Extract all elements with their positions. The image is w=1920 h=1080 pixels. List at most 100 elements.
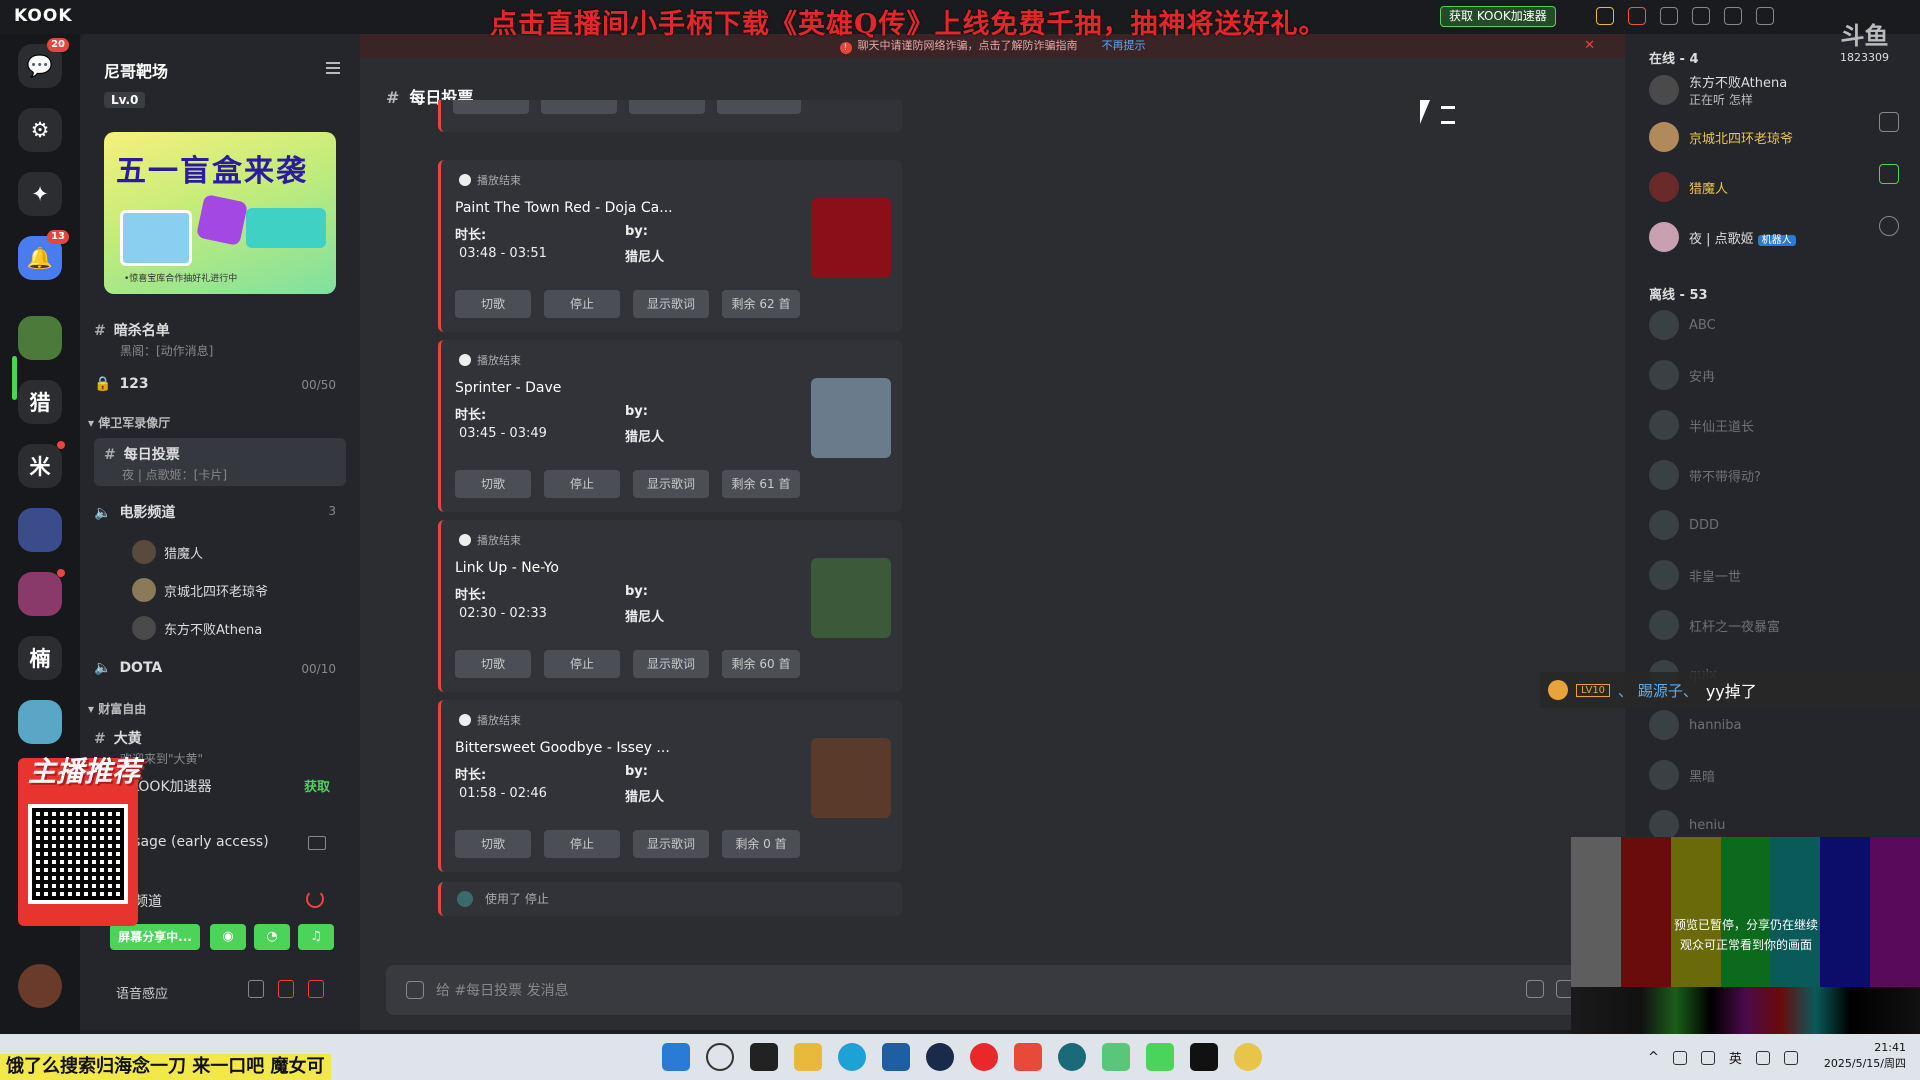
app-icon[interactable] bbox=[1234, 1043, 1262, 1071]
guild-name[interactable]: 尼哥靶场 bbox=[104, 58, 168, 82]
server-avatar-4[interactable] bbox=[18, 700, 62, 744]
search-icon[interactable] bbox=[1879, 216, 1899, 236]
album-cover[interactable] bbox=[811, 558, 891, 638]
member-offline[interactable]: ABC bbox=[1649, 310, 1716, 340]
server-nan[interactable]: 楠 bbox=[18, 636, 62, 680]
user-avatar[interactable] bbox=[18, 964, 62, 1008]
ime-indicator[interactable]: 英 bbox=[1729, 1048, 1742, 1067]
mic-icon[interactable] bbox=[1700, 1050, 1715, 1065]
member-offline[interactable]: 黑暗 bbox=[1649, 760, 1715, 790]
add-icon[interactable] bbox=[1526, 980, 1544, 998]
file-explorer-icon[interactable] bbox=[794, 1043, 822, 1071]
voice-user[interactable]: 京城北四环老琼爷 bbox=[132, 578, 268, 602]
member-offline[interactable]: hanniba bbox=[1649, 710, 1742, 740]
member-online[interactable]: 东方不败Athena 正在听 怎样 bbox=[1649, 72, 1787, 108]
store-icon[interactable] bbox=[882, 1043, 910, 1071]
disconnect-icon[interactable] bbox=[306, 890, 324, 908]
category-header[interactable]: ▾ 俾卫军录像厅 bbox=[88, 414, 170, 431]
lyrics-button[interactable]: 显示歌词 bbox=[633, 830, 709, 858]
event-banner[interactable]: 五一盲盒来袭 •惊喜宝库合作抽好礼进行中 bbox=[104, 132, 336, 294]
message-composer[interactable]: 给 #每日投票 发消息 bbox=[386, 965, 1616, 1015]
app-icon[interactable] bbox=[1058, 1043, 1086, 1071]
member-offline[interactable]: 非皇一世 bbox=[1649, 560, 1741, 590]
remaining-button[interactable]: 剩余 0 首 bbox=[722, 830, 800, 858]
gift-icon[interactable] bbox=[1596, 7, 1614, 25]
help-icon[interactable] bbox=[1756, 7, 1774, 25]
terminal-icon[interactable] bbox=[1190, 1043, 1218, 1071]
server-lie[interactable]: 猎 bbox=[18, 380, 62, 424]
search-icon[interactable] bbox=[706, 1043, 734, 1071]
sparkle-icon[interactable]: ✦ bbox=[18, 172, 62, 216]
accelerator-button[interactable]: 获取 KOOK加速器 bbox=[1440, 6, 1556, 27]
headset-muted-icon[interactable] bbox=[308, 980, 324, 998]
skip-button[interactable]: 切歌 bbox=[455, 650, 531, 678]
start-icon[interactable] bbox=[662, 1043, 690, 1071]
steam-icon[interactable] bbox=[926, 1043, 954, 1071]
channel-item[interactable]: # 暗杀名单 黑阁：[动作消息] bbox=[94, 320, 346, 359]
message-input[interactable]: 给 #每日投票 发消息 bbox=[436, 980, 569, 1000]
lyrics-button[interactable]: 显示歌词 bbox=[633, 290, 709, 318]
task-view-icon[interactable] bbox=[750, 1043, 778, 1071]
album-cover[interactable] bbox=[811, 738, 891, 818]
mic-muted-icon[interactable] bbox=[278, 980, 294, 998]
compass-icon[interactable]: ⚙ bbox=[18, 108, 62, 152]
stop-button[interactable]: 停止 bbox=[544, 470, 620, 498]
network-icon[interactable] bbox=[1755, 1050, 1770, 1065]
remaining-button[interactable]: 剩余 61 首 bbox=[722, 470, 800, 498]
menu-icon[interactable] bbox=[326, 62, 340, 74]
member-online[interactable]: 猎魔人 bbox=[1649, 172, 1728, 202]
chat-bubble-icon[interactable]: 💬 20 bbox=[18, 38, 69, 88]
calendar-icon[interactable] bbox=[1628, 7, 1646, 25]
member-offline[interactable]: 安冉 bbox=[1649, 360, 1715, 390]
voice-channel[interactable]: 🔈 DOTA 00/10 bbox=[94, 660, 346, 676]
server-avatar-2[interactable] bbox=[18, 508, 62, 552]
volume-icon[interactable] bbox=[1783, 1050, 1798, 1065]
category-header[interactable]: ▾ 财富自由 bbox=[88, 700, 146, 717]
screen-share-preview[interactable]: 预览已暂停，分享仍在继续 观众可正常看到你的画面 bbox=[1571, 837, 1920, 1035]
skip-button[interactable]: 切歌 bbox=[455, 470, 531, 498]
stop-button[interactable]: 停止 bbox=[544, 650, 620, 678]
pin-icon[interactable] bbox=[1879, 112, 1899, 132]
get-accelerator-link[interactable]: 获取 bbox=[304, 776, 330, 795]
inbox-icon[interactable] bbox=[1660, 7, 1678, 25]
timer-icon[interactable]: ◔ bbox=[254, 924, 290, 950]
stop-button[interactable]: 停止 bbox=[544, 290, 620, 318]
skip-button[interactable]: 切歌 bbox=[455, 290, 531, 318]
channel-item-selected[interactable]: # 每日投票 夜 | 点歌姬：[卡片] bbox=[94, 438, 346, 486]
emoji-icon[interactable] bbox=[406, 981, 424, 999]
member-offline[interactable]: DDD bbox=[1649, 510, 1719, 540]
music-icon[interactable]: ♫ bbox=[298, 924, 334, 950]
member-online[interactable]: 夜 | 点歌姬 机器人 bbox=[1649, 222, 1796, 252]
voice-user[interactable]: 猎魔人 bbox=[132, 540, 203, 564]
remaining-button[interactable]: 剩余 62 首 bbox=[722, 290, 800, 318]
close-icon[interactable]: ✕ bbox=[1584, 34, 1595, 58]
clock[interactable]: 21:41 2025/5/15/周四 bbox=[1824, 1040, 1906, 1072]
server-mi[interactable]: 米 bbox=[18, 441, 65, 488]
edge-icon[interactable] bbox=[838, 1043, 866, 1071]
netease-music-icon[interactable] bbox=[970, 1043, 998, 1071]
chevron-up-icon[interactable]: ^ bbox=[1648, 1050, 1659, 1065]
channel-item[interactable]: 🔒 123 00/50 bbox=[94, 376, 346, 392]
remaining-button[interactable]: 剩余 60 首 bbox=[722, 650, 800, 678]
settings-icon[interactable] bbox=[248, 980, 264, 998]
lyrics-button[interactable]: 显示歌词 bbox=[633, 650, 709, 678]
album-cover[interactable] bbox=[811, 198, 891, 278]
member-offline[interactable]: heniu bbox=[1649, 810, 1725, 840]
album-cover[interactable] bbox=[811, 378, 891, 458]
member-offline[interactable]: 杠杆之一夜暴富 bbox=[1649, 610, 1780, 640]
server-avatar-1[interactable] bbox=[18, 316, 62, 360]
screen-icon[interactable] bbox=[308, 836, 326, 850]
stop-button[interactable]: 停止 bbox=[544, 830, 620, 858]
skip-button[interactable]: 切歌 bbox=[455, 830, 531, 858]
member-online[interactable]: 京城北四环老琼爷 bbox=[1649, 122, 1793, 152]
voice-channel[interactable]: 🔈 电影频道 3 bbox=[94, 502, 346, 522]
kook-icon[interactable] bbox=[1146, 1043, 1174, 1071]
server-avatar-3[interactable] bbox=[18, 569, 65, 616]
search-icon[interactable] bbox=[1724, 7, 1742, 25]
voice-user[interactable]: 东方不败Athena bbox=[132, 616, 262, 640]
bell-icon[interactable]: 🔔 13 bbox=[18, 230, 69, 280]
member-offline[interactable]: 带不带得动? bbox=[1649, 460, 1761, 490]
lyrics-button[interactable]: 显示歌词 bbox=[633, 470, 709, 498]
game-icon[interactable]: ◉ bbox=[210, 924, 246, 950]
window-icon[interactable] bbox=[1692, 7, 1710, 25]
